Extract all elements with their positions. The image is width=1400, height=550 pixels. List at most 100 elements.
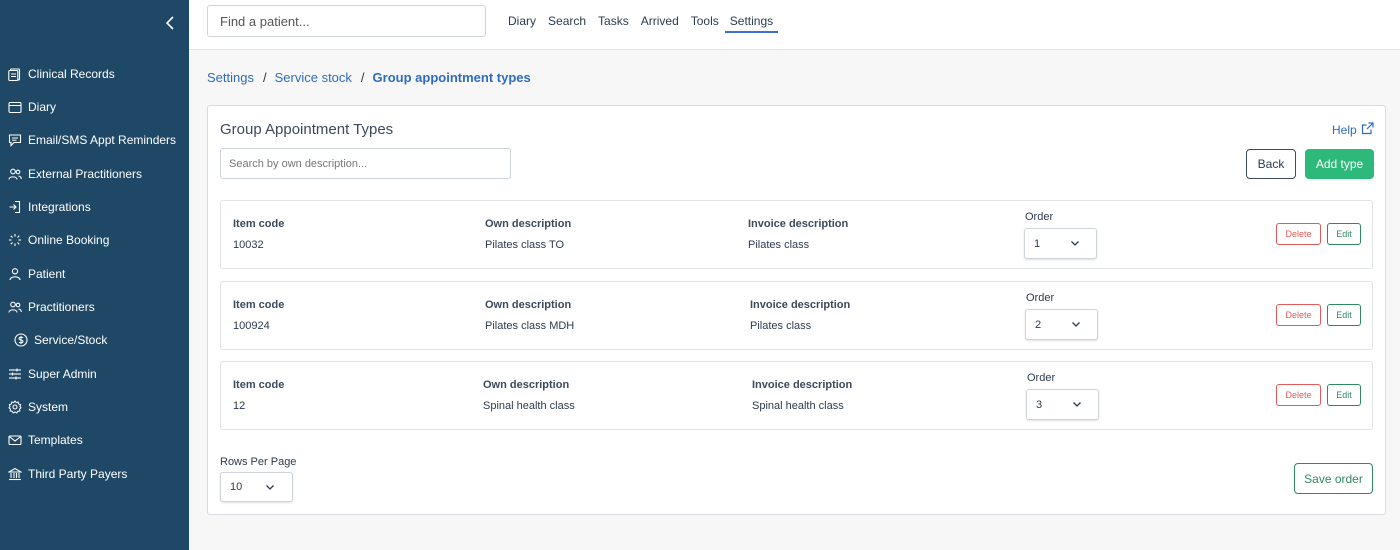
order-label: Order <box>1026 292 1055 304</box>
sidebar-item-email-sms-reminders[interactable]: Email/SMS Appt Reminders <box>0 123 189 156</box>
clipboard-icon <box>8 67 22 81</box>
add-type-button[interactable]: Add type <box>1305 149 1374 179</box>
sidebar-item-label: Patient <box>28 266 66 281</box>
mail-icon <box>8 433 22 447</box>
loader-icon <box>8 233 22 247</box>
help-link[interactable]: Help <box>1332 122 1374 138</box>
own-description-label: Own description <box>485 299 572 311</box>
sidebar-item-label: Clinical Records <box>28 66 115 81</box>
item-code-value: 12 <box>233 400 246 412</box>
sidebar-item-label: Email/SMS Appt Reminders <box>28 132 177 147</box>
nav-tasks[interactable]: Tasks <box>597 14 630 33</box>
list-item: Item code 12 Own description Spinal heal… <box>220 361 1373 430</box>
nav-settings[interactable]: Settings <box>724 14 779 33</box>
sidebar-item-system[interactable]: System <box>0 390 189 423</box>
sidebar-item-label: Super Admin <box>28 366 97 381</box>
sidebar-item-online-booking[interactable]: Online Booking <box>0 223 189 256</box>
invoice-description-value: Spinal health class <box>752 400 844 412</box>
sidebar: Clinical Records Diary Email/SMS Appt Re… <box>0 0 189 550</box>
breadcrumb-separator: / <box>360 70 365 85</box>
patient-search-input[interactable] <box>207 5 486 37</box>
item-code-label: Item code <box>233 218 285 230</box>
sidebar-item-third-party-payers[interactable]: Third Party Payers <box>0 457 189 490</box>
delete-button[interactable]: Delete <box>1276 223 1321 245</box>
item-code-value: 100924 <box>233 320 270 332</box>
description-search-input[interactable] <box>220 148 511 179</box>
list-item: Item code 10032 Own description Pilates … <box>220 200 1373 269</box>
own-description-label: Own description <box>485 218 572 230</box>
chevron-down-icon <box>265 482 275 495</box>
nav-diary[interactable]: Diary <box>507 14 537 33</box>
sidebar-item-label: Templates <box>28 432 83 447</box>
sidebar-item-label: Online Booking <box>28 232 110 247</box>
sidebar-item-label: Third Party Payers <box>28 466 128 481</box>
nav-tools[interactable]: Tools <box>690 14 720 33</box>
sidebar-item-integrations[interactable]: Integrations <box>0 190 189 223</box>
order-select[interactable]: 2 <box>1025 309 1098 340</box>
top-nav: Diary Search Tasks Arrived Tools Setting… <box>507 14 788 33</box>
help-label: Help <box>1332 123 1357 137</box>
top-bar: Diary Search Tasks Arrived Tools Setting… <box>189 0 1400 50</box>
group-appointment-types-card: Group Appointment Types Help Back Add ty… <box>207 105 1386 515</box>
own-description-value: Pilates class TO <box>485 239 565 251</box>
invoice-description-label: Invoice description <box>752 379 853 391</box>
login-icon <box>8 200 22 214</box>
order-label: Order <box>1027 372 1056 384</box>
breadcrumb-settings[interactable]: Settings <box>207 70 254 85</box>
sidebar-item-label: Integrations <box>28 199 91 214</box>
item-code-label: Item code <box>233 379 285 391</box>
order-select[interactable]: 3 <box>1026 389 1099 420</box>
sidebar-item-super-admin[interactable]: Super Admin <box>0 357 189 390</box>
chevron-left-icon[interactable] <box>163 14 179 32</box>
rows-per-page-label: Rows Per Page <box>220 456 297 468</box>
dollar-icon <box>14 332 28 347</box>
sidebar-item-label: System <box>28 399 69 414</box>
edit-button[interactable]: Edit <box>1327 384 1361 406</box>
order-label: Order <box>1025 211 1054 223</box>
rows-per-page-select[interactable]: 10 <box>220 472 293 502</box>
page-title: Group Appointment Types <box>220 121 394 138</box>
own-description-value: Spinal health class <box>483 400 575 412</box>
item-code-value: 10032 <box>233 239 264 251</box>
sidebar-item-diary[interactable]: Diary <box>0 90 189 123</box>
users-icon <box>8 167 22 181</box>
edit-button[interactable]: Edit <box>1327 304 1361 326</box>
order-select[interactable]: 1 <box>1024 228 1097 259</box>
sidebar-item-label: External Practitioners <box>28 166 143 181</box>
chevron-down-icon <box>1070 238 1080 251</box>
nav-arrived[interactable]: Arrived <box>640 14 680 33</box>
edit-button[interactable]: Edit <box>1327 223 1361 245</box>
external-link-icon <box>1357 122 1374 138</box>
order-value: 2 <box>1035 318 1042 331</box>
nav-search[interactable]: Search <box>547 14 587 33</box>
sidebar-item-service-stock[interactable]: Service/Stock <box>0 323 189 356</box>
chevron-down-icon <box>1072 399 1082 412</box>
sliders-icon <box>8 367 22 381</box>
chevron-down-icon <box>1071 319 1081 332</box>
sidebar-item-label: Service/Stock <box>34 332 108 347</box>
sidebar-item-clinical-records[interactable]: Clinical Records <box>0 57 189 90</box>
back-button[interactable]: Back <box>1246 149 1296 179</box>
breadcrumb-current: Group appointment types <box>372 70 531 85</box>
delete-button[interactable]: Delete <box>1276 384 1321 406</box>
breadcrumb: Settings / Service stock / Group appoint… <box>207 70 531 85</box>
sidebar-item-patient[interactable]: Patient <box>0 257 189 290</box>
order-value: 1 <box>1034 237 1041 250</box>
sidebar-item-practitioners[interactable]: Practitioners <box>0 290 189 323</box>
own-description-label: Own description <box>483 379 570 391</box>
calendar-icon <box>8 100 22 114</box>
own-description-value: Pilates class MDH <box>485 320 575 332</box>
rows-per-page-value: 10 <box>230 481 243 493</box>
breadcrumb-service-stock[interactable]: Service stock <box>275 70 352 85</box>
invoice-description-value: Pilates class <box>748 239 810 251</box>
sidebar-item-templates[interactable]: Templates <box>0 423 189 456</box>
breadcrumb-separator: / <box>262 70 267 85</box>
sidebar-item-external-practitioners[interactable]: External Practitioners <box>0 157 189 190</box>
gear-icon <box>8 399 22 414</box>
delete-button[interactable]: Delete <box>1276 304 1321 326</box>
save-order-button[interactable]: Save order <box>1294 463 1373 494</box>
order-value: 3 <box>1036 398 1043 411</box>
sidebar-item-label: Diary <box>28 99 57 114</box>
message-icon <box>8 133 22 147</box>
invoice-description-value: Pilates class <box>750 320 812 332</box>
